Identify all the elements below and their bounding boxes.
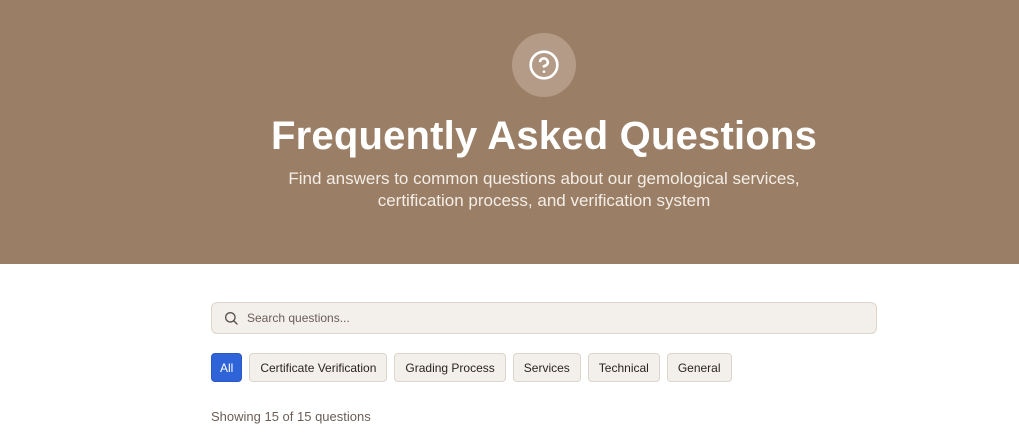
category-filters: All Certificate Verification Grading Pro… bbox=[211, 353, 732, 382]
search-box[interactable] bbox=[211, 302, 877, 334]
question-circle-icon bbox=[512, 33, 576, 97]
page-title: Frequently Asked Questions bbox=[270, 114, 818, 158]
hero-banner: Frequently Asked Questions Find answers … bbox=[0, 0, 1019, 264]
results-count: Showing 15 of 15 questions bbox=[211, 409, 371, 424]
search-icon bbox=[223, 310, 239, 326]
page-subtitle: Find answers to common questions about o… bbox=[288, 169, 800, 210]
filter-all-button[interactable]: All bbox=[211, 353, 243, 382]
filter-grading-process-button[interactable]: Grading Process bbox=[394, 353, 506, 382]
filter-certificate-verification-button[interactable]: Certificate Verification bbox=[249, 353, 388, 382]
search-input[interactable] bbox=[247, 304, 847, 332]
filter-technical-button[interactable]: Technical bbox=[587, 353, 660, 382]
filter-general-button[interactable]: General bbox=[666, 353, 732, 382]
filter-services-button[interactable]: Services bbox=[512, 353, 581, 382]
